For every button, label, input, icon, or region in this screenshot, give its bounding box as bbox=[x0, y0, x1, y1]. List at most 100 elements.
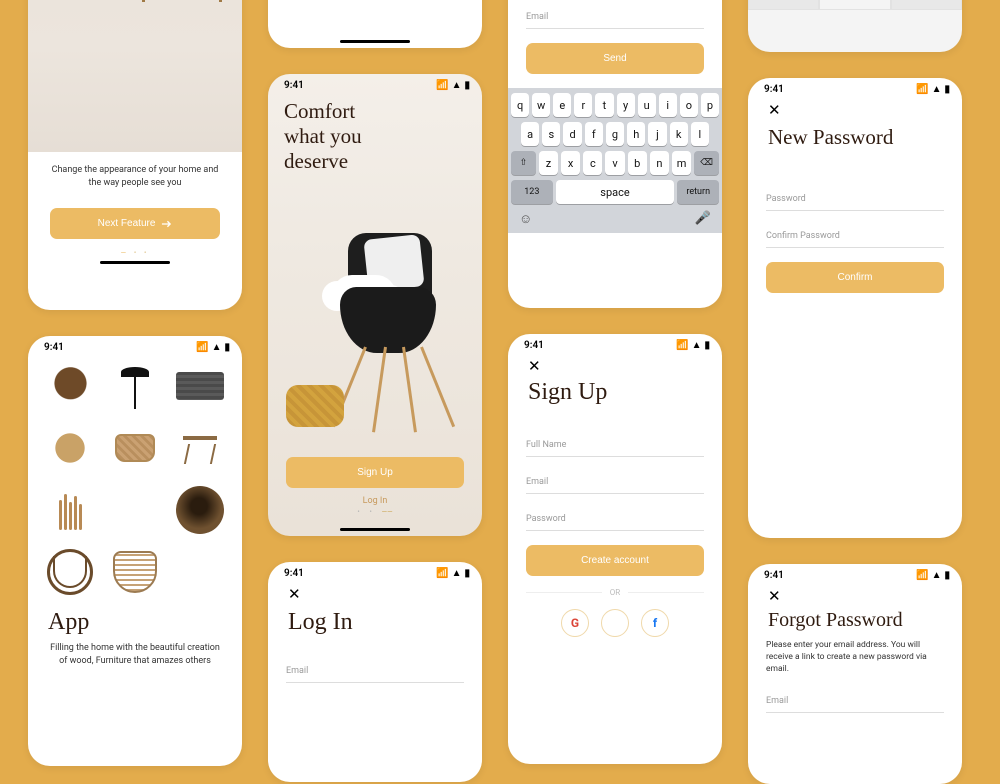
close-icon[interactable]: ✕ bbox=[526, 353, 704, 375]
key-b[interactable]: b bbox=[628, 151, 647, 175]
key-l[interactable]: l bbox=[691, 122, 709, 146]
signup-button[interactable]: Sign Up bbox=[286, 457, 464, 488]
product-thumb[interactable] bbox=[107, 421, 164, 475]
numkey-dot[interactable]: • bbox=[748, 0, 819, 10]
password-field[interactable]: Password bbox=[526, 508, 704, 531]
keyboard-row: qwertyuiop bbox=[511, 93, 719, 117]
key-x[interactable]: x bbox=[561, 151, 580, 175]
email-field[interactable]: Email bbox=[766, 690, 944, 713]
home-indicator bbox=[340, 528, 410, 531]
key-123[interactable]: 123 bbox=[511, 180, 553, 204]
signal-icon: 📶 bbox=[916, 570, 928, 581]
status-bar: 9:41 📶▲▮ bbox=[268, 74, 482, 93]
status-bar: 9:41 📶 ▲ ▮ bbox=[28, 336, 242, 355]
product-thumb[interactable] bbox=[42, 421, 99, 475]
hero-illustration bbox=[28, 0, 242, 152]
hero-illustration bbox=[268, 175, 482, 457]
product-thumb[interactable] bbox=[171, 359, 228, 413]
product-thumb[interactable] bbox=[42, 359, 99, 413]
key-h[interactable]: h bbox=[627, 122, 645, 146]
wifi-icon: ▲ bbox=[932, 570, 942, 581]
signal-icon: 📶 bbox=[436, 80, 448, 91]
key-s[interactable]: s bbox=[542, 122, 560, 146]
next-feature-button[interactable]: Next Feature bbox=[50, 208, 220, 239]
key-c[interactable]: c bbox=[583, 151, 602, 175]
status-bar: 9:41 📶▲▮ bbox=[268, 562, 482, 581]
key-g[interactable]: g bbox=[606, 122, 624, 146]
product-thumb[interactable] bbox=[171, 545, 228, 599]
social-google-button[interactable]: G bbox=[561, 609, 589, 637]
key-e[interactable]: e bbox=[553, 93, 571, 117]
key-z[interactable]: z bbox=[539, 151, 558, 175]
key-q[interactable]: q bbox=[511, 93, 529, 117]
email-field[interactable]: Email bbox=[526, 6, 704, 29]
signal-icon: 📶 bbox=[676, 340, 688, 351]
key-y[interactable]: y bbox=[617, 93, 635, 117]
screen-new-password: 9:41 📶▲▮ ✕ New Password Password Confirm… bbox=[748, 78, 962, 538]
product-thumb[interactable] bbox=[42, 483, 99, 537]
key-o[interactable]: o bbox=[680, 93, 698, 117]
email-field[interactable]: Email bbox=[526, 471, 704, 494]
wifi-icon: ▲ bbox=[932, 84, 942, 95]
key-t[interactable]: t bbox=[595, 93, 613, 117]
status-time: 9:41 bbox=[764, 84, 784, 95]
status-time: 9:41 bbox=[44, 342, 64, 353]
key-v[interactable]: v bbox=[605, 151, 624, 175]
social-apple-button[interactable] bbox=[601, 609, 629, 637]
key-m[interactable]: m bbox=[672, 151, 691, 175]
hero-headline: Comfort what you deserve bbox=[284, 99, 482, 175]
key-⌫[interactable]: ⌫ bbox=[694, 151, 719, 175]
keyboard-row: asdfghjkl bbox=[511, 122, 719, 146]
screen-signup: 9:41 📶▲▮ ✕ Sign Up Full Name Email Passw… bbox=[508, 334, 722, 764]
screen-email-send: Email Send qwertyuiop asdfghjkl ⇧zxcvbnm… bbox=[508, 0, 722, 308]
key-⇧[interactable]: ⇧ bbox=[511, 151, 536, 175]
product-thumb[interactable] bbox=[171, 483, 228, 537]
forgot-title: Forgot Password bbox=[768, 609, 944, 632]
key-u[interactable]: u bbox=[638, 93, 656, 117]
login-link[interactable]: Log In bbox=[286, 496, 464, 506]
key-i[interactable]: i bbox=[659, 93, 677, 117]
mic-icon[interactable]: 🎤 bbox=[695, 211, 711, 227]
confirm-button[interactable]: Confirm bbox=[766, 262, 944, 293]
numkey-delete[interactable]: ⌫ bbox=[891, 0, 962, 10]
key-w[interactable]: w bbox=[532, 93, 550, 117]
signal-icon: 📶 bbox=[916, 84, 928, 95]
key-a[interactable]: a bbox=[521, 122, 539, 146]
password-field[interactable]: Password bbox=[766, 188, 944, 211]
product-thumb[interactable] bbox=[107, 483, 164, 537]
social-facebook-button[interactable]: f bbox=[641, 609, 669, 637]
arrow-right-icon bbox=[161, 220, 172, 228]
battery-icon: ▮ bbox=[944, 570, 950, 581]
onboarding-tagline: Change the appearance of your home and t… bbox=[50, 164, 220, 190]
product-thumb[interactable] bbox=[42, 545, 99, 599]
key-n[interactable]: n bbox=[650, 151, 669, 175]
send-button[interactable]: Send bbox=[526, 43, 704, 74]
onboarding-tagline: Filling the home with the beautiful crea… bbox=[28, 642, 242, 668]
battery-icon: ▮ bbox=[464, 568, 470, 579]
key-return[interactable]: return bbox=[677, 180, 719, 204]
signal-icon: 📶 bbox=[196, 342, 208, 353]
close-icon[interactable]: ✕ bbox=[766, 583, 944, 605]
product-thumb[interactable] bbox=[107, 359, 164, 413]
close-icon[interactable]: ✕ bbox=[286, 581, 464, 603]
create-account-button[interactable]: Create account bbox=[526, 545, 704, 576]
battery-icon: ▮ bbox=[464, 80, 470, 91]
screen-numpad: 7 8 9 • 0 ⌫ bbox=[748, 0, 962, 52]
key-j[interactable]: j bbox=[648, 122, 666, 146]
key-d[interactable]: d bbox=[563, 122, 581, 146]
confirm-password-field[interactable]: Confirm Password bbox=[766, 225, 944, 248]
key-f[interactable]: f bbox=[585, 122, 603, 146]
numkey-0[interactable]: 0 bbox=[819, 0, 890, 10]
email-field[interactable]: Email bbox=[286, 660, 464, 683]
or-divider: OR bbox=[526, 588, 704, 597]
key-r[interactable]: r bbox=[574, 93, 592, 117]
battery-icon: ▮ bbox=[704, 340, 710, 351]
close-icon[interactable]: ✕ bbox=[766, 97, 944, 119]
product-thumb[interactable] bbox=[171, 421, 228, 475]
fullname-field[interactable]: Full Name bbox=[526, 434, 704, 457]
key-space[interactable]: space bbox=[556, 180, 675, 204]
key-p[interactable]: p bbox=[701, 93, 719, 117]
emoji-icon[interactable]: ☺ bbox=[519, 211, 532, 227]
product-thumb[interactable] bbox=[107, 545, 164, 599]
key-k[interactable]: k bbox=[670, 122, 688, 146]
